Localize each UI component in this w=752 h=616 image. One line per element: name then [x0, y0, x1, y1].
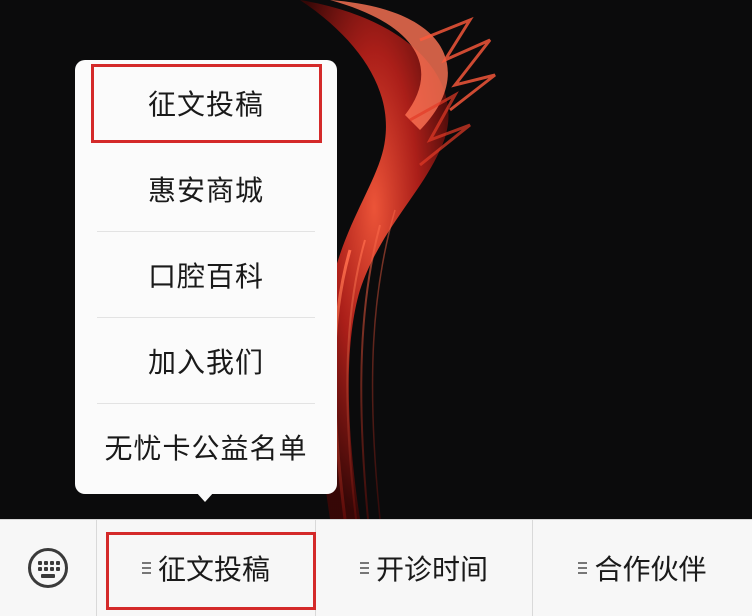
menu-item-join-us[interactable]: 加入我们	[75, 318, 337, 404]
menu-item-label: 加入我们	[147, 346, 264, 379]
highlight-box	[91, 64, 322, 143]
keyboard-icon	[28, 548, 68, 588]
menu-lines-icon	[359, 562, 369, 574]
tab-label: 开诊时间	[375, 553, 488, 586]
menu-item-label: 口腔百科	[147, 260, 264, 293]
keyboard-toggle-button[interactable]	[0, 520, 96, 616]
menu-item-mall[interactable]: 惠安商城	[75, 146, 337, 232]
menu-item-charity-list[interactable]: 无忧卡公益名单	[75, 404, 337, 490]
tab-label: 合作伙伴	[594, 553, 707, 586]
menu-lines-icon	[578, 562, 588, 574]
menu-item-label: 无忧卡公益名单	[104, 432, 308, 465]
popup-pointer	[196, 492, 214, 502]
menu-item-label: 惠安商城	[147, 174, 264, 207]
tab-clinic-hours[interactable]: 开诊时间	[316, 520, 532, 616]
highlight-box	[106, 532, 316, 610]
tab-partners[interactable]: 合作伙伴	[533, 520, 752, 616]
menu-item-dental-wiki[interactable]: 口腔百科	[75, 232, 337, 318]
